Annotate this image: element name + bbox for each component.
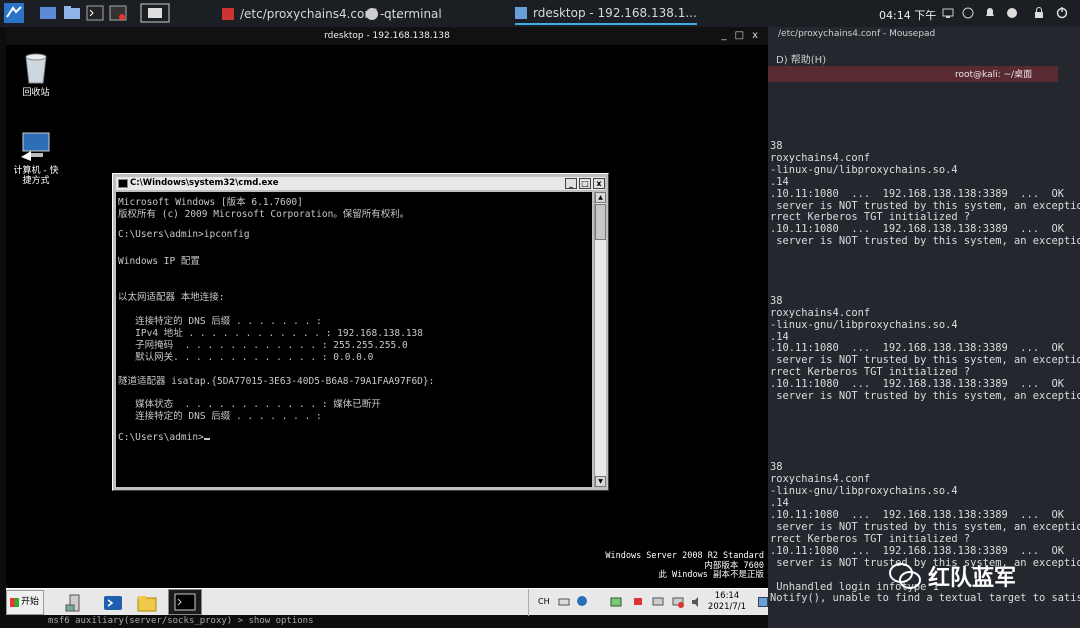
cmd-window[interactable]: C:\Windows\system32\cmd.exe _ □ x Micros… — [112, 173, 609, 491]
kali-menu-icon[interactable] — [4, 3, 24, 23]
cmd-minimize-button[interactable]: _ — [565, 178, 577, 189]
task-rdesktop-label: rdesktop - 192.168.138.1... — [533, 5, 697, 20]
computer-shortcut[interactable]: 计算机 - 快 捷方式 — [6, 131, 66, 186]
text-cursor — [203, 438, 210, 440]
explorer-folder-icon[interactable] — [136, 592, 158, 614]
console-line: 隧道适配器 isatap.{5DA77015-3E63-40D5-B6A8-79… — [118, 376, 435, 387]
console-line: 版权所有 (c) 2009 Microsoft Corporation。保留所有… — [118, 209, 410, 220]
taskbar-cmd-button[interactable] — [168, 589, 202, 615]
notification-bell-icon[interactable] — [984, 7, 996, 19]
terminal-launcher-icon[interactable] — [85, 3, 105, 23]
msf-command-line: msf6 auxiliary(server/socks_proxy) > sho… — [48, 616, 314, 626]
console-line: C:\Users\admin>ipconfig — [118, 229, 250, 240]
cmd-scrollbar[interactable]: ▲ ▼ — [594, 192, 606, 487]
tray-flag-icon[interactable] — [632, 596, 644, 608]
rdesktop-titlebar[interactable]: rdesktop - 192.168.138.138 _ □ x — [6, 27, 768, 45]
console-line: 连接特定的 DNS 后缀 . . . . . . . : — [118, 411, 322, 422]
show-desktop-button[interactable] — [758, 597, 768, 607]
minimize-button[interactable]: _ — [722, 27, 727, 45]
cmd-titlebar[interactable]: C:\Windows\system32\cmd.exe _ □ x — [116, 177, 605, 190]
computer-label-line2: 捷方式 — [22, 176, 50, 186]
console-prompt: C:\Users\admin> — [118, 432, 204, 443]
rdesktop-icon — [515, 6, 527, 19]
start-label: 开始 — [21, 597, 40, 607]
computer-icon — [21, 132, 50, 161]
console-line: 以太网适配器 本地连接: — [118, 292, 225, 303]
console-line: Windows IP 配置 — [118, 256, 200, 267]
watermark-text: 红队蓝军 — [928, 566, 1017, 591]
recycle-bin-label: 回收站 — [22, 88, 50, 98]
volume-icon[interactable] — [962, 7, 974, 19]
cmd-maximize-button[interactable]: □ — [579, 178, 591, 189]
recycle-bin-icon — [25, 53, 47, 84]
cmd-icon — [118, 179, 128, 188]
lock-icon[interactable] — [1033, 6, 1045, 19]
ime-help-icon[interactable] — [576, 595, 588, 607]
rdesktop-title: rdesktop - 192.168.138.138 — [324, 31, 450, 41]
tray-monitor-icon[interactable] — [652, 596, 664, 608]
network-icon[interactable] — [942, 7, 954, 19]
task-qterminal[interactable]: qterminal — [366, 2, 442, 25]
kali-top-panel: /etc/proxychains4.conf - ... qterminal r… — [0, 0, 1080, 27]
clock-date: 2021/7/1 — [707, 602, 747, 612]
console-line: 默认网关. . . . . . . . . . . . . : 0.0.0.0 — [118, 352, 374, 363]
taskbar-clock[interactable]: 16:14 2021/7/1 — [701, 591, 753, 613]
rdesktop-window-controls: _ □ x — [722, 27, 768, 45]
wechat-watermark: 红队蓝军 — [888, 556, 1060, 596]
cmd-close-button[interactable]: x — [593, 178, 605, 189]
scroll-down-button[interactable]: ▼ — [595, 476, 606, 487]
terminal-output: 38 roxychains4.conf -linux-gnu/libproxyc… — [770, 140, 1080, 605]
windows-taskbar: 开始 CH 16:14 2021/7/1 — [6, 588, 768, 616]
qterminal-icon — [366, 7, 378, 20]
scroll-up-button[interactable]: ▲ — [595, 192, 606, 203]
server-manager-icon[interactable] — [64, 592, 86, 614]
mousepad-menu-help[interactable]: D) 帮助(H) — [776, 51, 826, 66]
keyboard-icon[interactable] — [558, 596, 570, 608]
background-terminal: 38 roxychains4.conf -linux-gnu/libproxyc… — [768, 27, 1080, 628]
close-button[interactable]: x — [752, 27, 758, 45]
tray-separator — [528, 589, 529, 616]
start-button[interactable]: 开始 — [6, 590, 44, 615]
computer-label-line1: 计算机 - 快 — [13, 166, 59, 176]
update-icon[interactable] — [1006, 7, 1018, 19]
language-indicator[interactable]: CH — [538, 597, 550, 606]
folder-icon[interactable] — [62, 3, 82, 23]
mousepad-window-title: /etc/proxychains4.conf - Mousepad — [778, 29, 936, 39]
show-desktop-icon[interactable] — [140, 3, 170, 23]
qterminal-title: root@kali: ~/桌面 — [955, 70, 1033, 80]
windows-genuine-notice: 此 Windows 副本不是正版 — [658, 570, 764, 580]
panel-clock[interactable]: 04:14 下午 — [879, 7, 936, 23]
scroll-thumb[interactable] — [595, 204, 606, 240]
task-rdesktop[interactable]: rdesktop - 192.168.138.1... — [515, 2, 697, 25]
tray-network-error-icon[interactable] — [672, 596, 684, 608]
recorder-icon[interactable] — [108, 3, 128, 23]
task-qterminal-label: qterminal — [384, 6, 442, 21]
workspace-icon[interactable] — [38, 3, 58, 23]
power-icon[interactable] — [1056, 6, 1068, 19]
cmd-console[interactable]: Microsoft Windows [版本 6.1.7600] 版权所有 (c)… — [116, 192, 592, 487]
recycle-bin-shortcut[interactable]: 回收站 — [6, 51, 66, 98]
tray-network-icon[interactable] — [610, 596, 622, 608]
mousepad-icon — [222, 7, 234, 20]
powershell-icon[interactable] — [102, 592, 124, 614]
clock-time: 16:14 — [714, 591, 740, 601]
windows-version-watermark: Windows Server 2008 R2 Standard 内部版本 760… — [605, 551, 764, 581]
cmd-title: C:\Windows\system32\cmd.exe — [130, 178, 279, 188]
remote-desktop[interactable]: 回收站 计算机 - 快 捷方式 C:\Windows\system32\cmd.… — [6, 45, 768, 588]
cmd-taskbar-icon — [174, 593, 196, 611]
wechat-icon — [889, 563, 921, 589]
windows-logo-icon — [10, 598, 19, 607]
maximize-button[interactable]: □ — [735, 27, 744, 45]
console-prompt-line: C:\Users\admin> — [118, 432, 210, 443]
